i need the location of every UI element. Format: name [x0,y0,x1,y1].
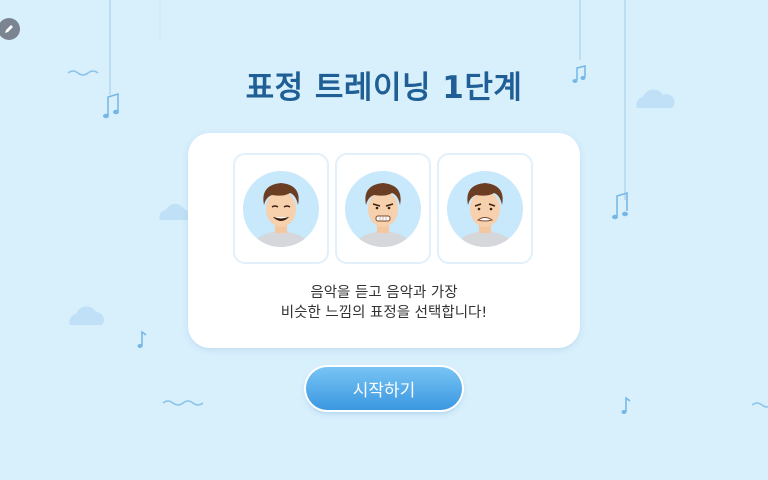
face-option-clenched[interactable] [335,153,431,264]
instruction-text: 음악을 듣고 음악과 가장 비슷한 느낌의 표정을 선택합니다! [188,283,580,323]
instruction-line-2: 비슷한 느낌의 표정을 선택합니다! [280,305,488,321]
face-options [233,153,533,264]
sad-face-icon [447,170,523,247]
instruction-card: 음악을 듣고 음악과 가장 비슷한 느낌의 표정을 선택합니다! [188,133,580,348]
face-option-smiling[interactable] [233,153,329,264]
smiling-face-icon [243,170,319,247]
page-title: 표정 트레이닝 1단계 [245,70,523,106]
instruction-line-1: 음악을 듣고 음악과 가장 [310,285,458,301]
face-option-sad[interactable] [437,153,533,264]
start-button[interactable]: 시작하기 [306,367,462,410]
clenched-face-icon [345,170,421,247]
